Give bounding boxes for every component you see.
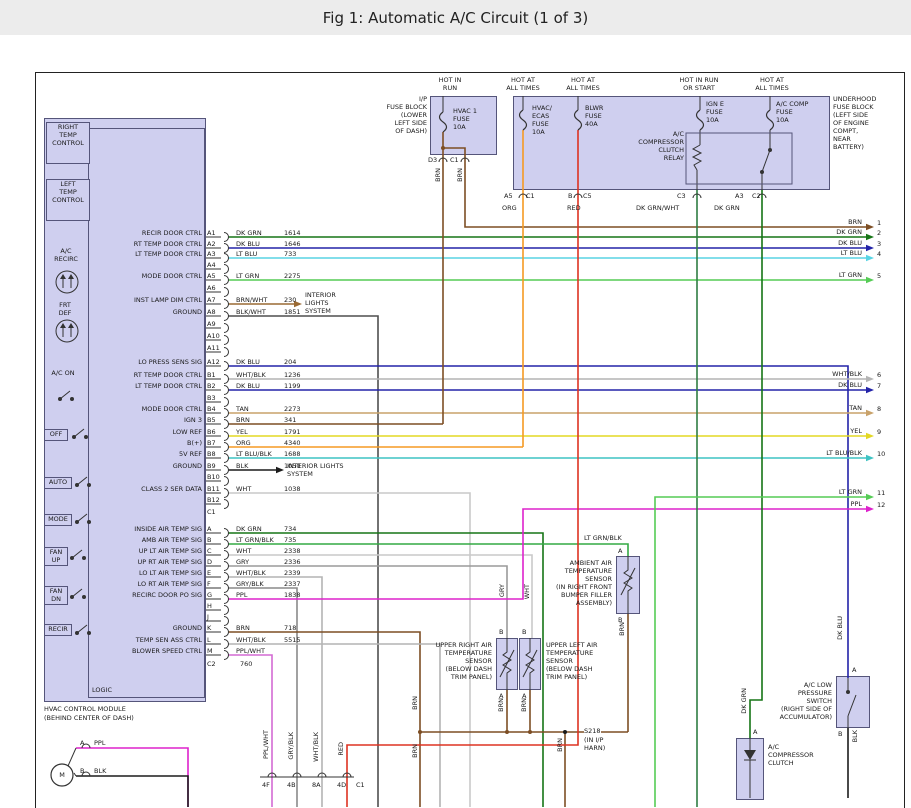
upper-left-air-temp-sensor-box — [519, 638, 541, 690]
wiring-diagram-page: Fig 1: Automatic A/C Circuit (1 of 3) HO… — [0, 0, 911, 808]
underhood-fuse-block-box — [513, 96, 830, 190]
ambient-air-temp-sensor-box — [616, 556, 640, 614]
upper-right-air-temp-sensor-box — [496, 638, 518, 690]
ip-fuse-block-box — [430, 96, 497, 155]
figure-title: Fig 1: Automatic A/C Circuit (1 of 3) — [323, 9, 588, 27]
ac-compressor-clutch-box — [736, 738, 764, 800]
hvac-module-inner-box — [88, 128, 205, 698]
ac-low-pressure-switch-box — [836, 676, 870, 728]
figure-title-bar: Fig 1: Automatic A/C Circuit (1 of 3) — [0, 0, 911, 35]
